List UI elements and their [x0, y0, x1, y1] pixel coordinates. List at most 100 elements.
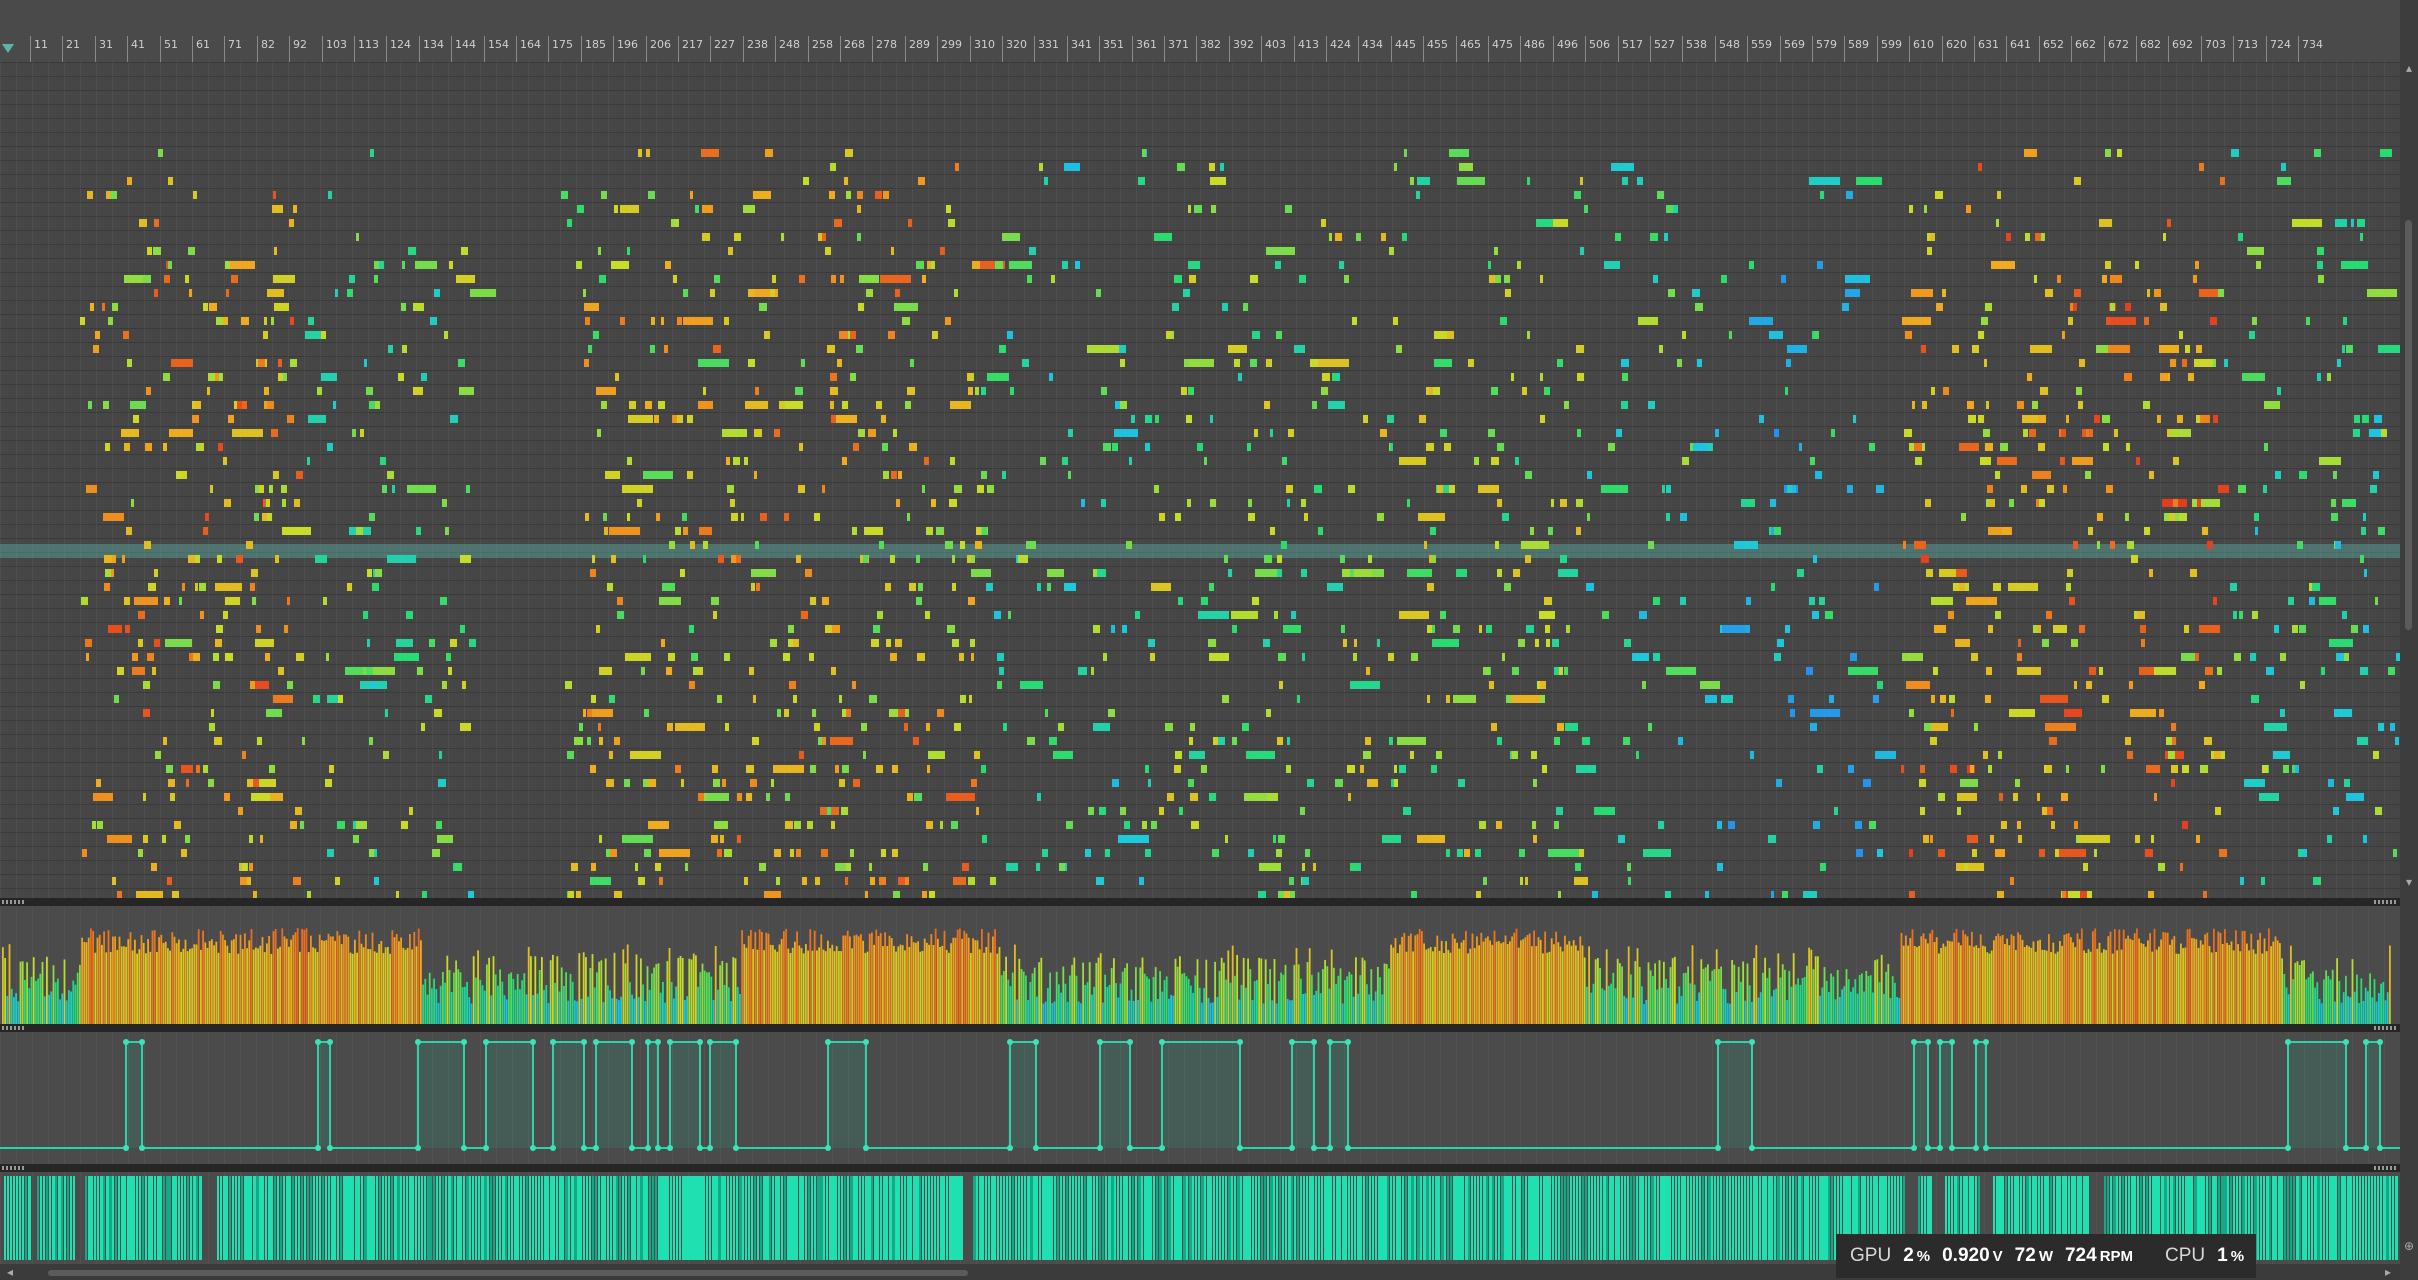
velocity-bar[interactable] [1669, 967, 1672, 1024]
midi-note[interactable] [2088, 429, 2093, 437]
velocity-bar[interactable] [1902, 945, 1905, 1024]
midi-note[interactable] [1129, 457, 1133, 465]
midi-note[interactable] [1774, 429, 1779, 437]
midi-note[interactable] [1002, 723, 1007, 731]
midi-note[interactable] [725, 723, 729, 731]
velocity-bar[interactable] [347, 936, 350, 1024]
velocity-bar[interactable] [2107, 936, 2110, 1024]
midi-note[interactable] [2066, 583, 2072, 591]
midi-note[interactable] [1499, 317, 1507, 325]
velocity-bar[interactable] [1454, 938, 1456, 1024]
midi-note[interactable] [262, 513, 268, 521]
controller-bar[interactable] [1327, 1176, 1330, 1260]
velocity-bar[interactable] [510, 972, 512, 1025]
midi-note[interactable] [193, 653, 201, 661]
controller-bar[interactable] [655, 1176, 657, 1260]
midi-note[interactable] [668, 653, 676, 661]
velocity-bar[interactable] [1933, 942, 1936, 1024]
controller-bar[interactable] [919, 1176, 921, 1260]
controller-bar[interactable] [412, 1176, 414, 1260]
controller-bar[interactable] [1594, 1176, 1596, 1260]
midi-note[interactable] [863, 555, 869, 563]
velocity-bar[interactable] [206, 947, 209, 1024]
midi-note[interactable] [1955, 639, 1970, 647]
midi-note[interactable] [981, 765, 986, 773]
controller-bar[interactable] [469, 1176, 471, 1260]
controller-bar[interactable] [2305, 1176, 2307, 1260]
automation-node[interactable] [825, 1145, 831, 1151]
controller-bar[interactable] [646, 1176, 648, 1260]
velocity-bar[interactable] [1348, 971, 1351, 1024]
midi-note[interactable] [1075, 261, 1080, 269]
midi-note[interactable] [2102, 415, 2110, 423]
velocity-bar[interactable] [96, 937, 99, 1024]
velocity-bar[interactable] [1128, 1000, 1131, 1025]
midi-note[interactable] [2252, 611, 2259, 619]
midi-note[interactable] [2008, 583, 2039, 591]
midi-note[interactable] [2346, 345, 2354, 353]
midi-note[interactable] [1250, 359, 1257, 367]
velocity-bar[interactable] [39, 973, 42, 1024]
velocity-bar[interactable] [1337, 975, 1340, 1024]
controller-bar[interactable] [1042, 1176, 1045, 1260]
midi-note[interactable] [1920, 555, 1929, 563]
midi-note[interactable] [2298, 471, 2307, 479]
midi-note[interactable] [1563, 667, 1568, 675]
midi-note[interactable] [609, 695, 616, 703]
midi-note[interactable] [1175, 751, 1183, 759]
velocity-bar[interactable] [2318, 999, 2321, 1024]
velocity-bar[interactable] [593, 987, 596, 1025]
velocity-bar[interactable] [1429, 947, 1432, 1024]
velocity-bar[interactable] [1344, 980, 1346, 1024]
midi-note[interactable] [1925, 569, 1934, 577]
midi-note[interactable] [751, 569, 777, 577]
velocity-bar[interactable] [1018, 958, 1021, 1024]
velocity-bar[interactable] [354, 939, 356, 1024]
controller-bar[interactable] [442, 1176, 444, 1260]
velocity-bar[interactable] [1531, 946, 1533, 1024]
midi-note[interactable] [2328, 779, 2335, 787]
controller-bar[interactable] [508, 1176, 510, 1260]
midi-note[interactable] [1245, 751, 1276, 759]
controller-bar[interactable] [2362, 1176, 2364, 1260]
velocity-bar[interactable] [367, 948, 369, 1024]
midi-note[interactable] [143, 681, 149, 689]
controller-bar[interactable] [2347, 1176, 2350, 1260]
controller-bar[interactable] [907, 1176, 910, 1260]
midi-note[interactable] [1101, 499, 1106, 507]
midi-note[interactable] [334, 289, 339, 297]
controller-bar[interactable] [820, 1176, 823, 1260]
midi-note[interactable] [647, 191, 655, 199]
velocity-bar[interactable] [1916, 947, 1918, 1024]
velocity-bar[interactable] [1355, 957, 1357, 1024]
controller-bar[interactable] [223, 1176, 226, 1260]
velocity-bar[interactable] [2019, 934, 2022, 1024]
velocity-bar[interactable] [112, 936, 114, 1024]
controller-bar[interactable] [361, 1176, 363, 1260]
midi-note[interactable] [1540, 373, 1543, 381]
midi-note[interactable] [1981, 317, 1989, 325]
midi-note[interactable] [665, 667, 673, 675]
velocity-bar[interactable] [290, 939, 292, 1024]
midi-note[interactable] [1679, 513, 1687, 521]
midi-note[interactable] [2353, 415, 2360, 423]
midi-note[interactable] [96, 821, 104, 829]
velocity-bar[interactable] [2358, 1003, 2360, 1024]
velocity-bar[interactable] [912, 942, 915, 1024]
velocity-bar[interactable] [325, 940, 328, 1024]
velocity-bar[interactable] [57, 978, 59, 1024]
velocity-bar[interactable] [1168, 998, 1170, 1024]
velocity-bar[interactable] [1660, 987, 1663, 1024]
midi-note[interactable] [2162, 233, 2167, 241]
splitter-grip-icon[interactable] [2, 1166, 24, 1170]
velocity-bar[interactable] [871, 932, 873, 1025]
velocity-bar[interactable] [158, 937, 160, 1024]
midi-note[interactable] [567, 751, 575, 759]
controller-bar[interactable] [1171, 1176, 1173, 1260]
velocity-bar[interactable] [1161, 991, 1164, 1024]
controller-bar[interactable] [274, 1176, 276, 1260]
velocity-bar[interactable] [1495, 941, 1498, 1024]
midi-note[interactable] [603, 527, 609, 535]
velocity-bar[interactable] [1742, 961, 1744, 1025]
velocity-bar[interactable] [24, 979, 26, 1024]
